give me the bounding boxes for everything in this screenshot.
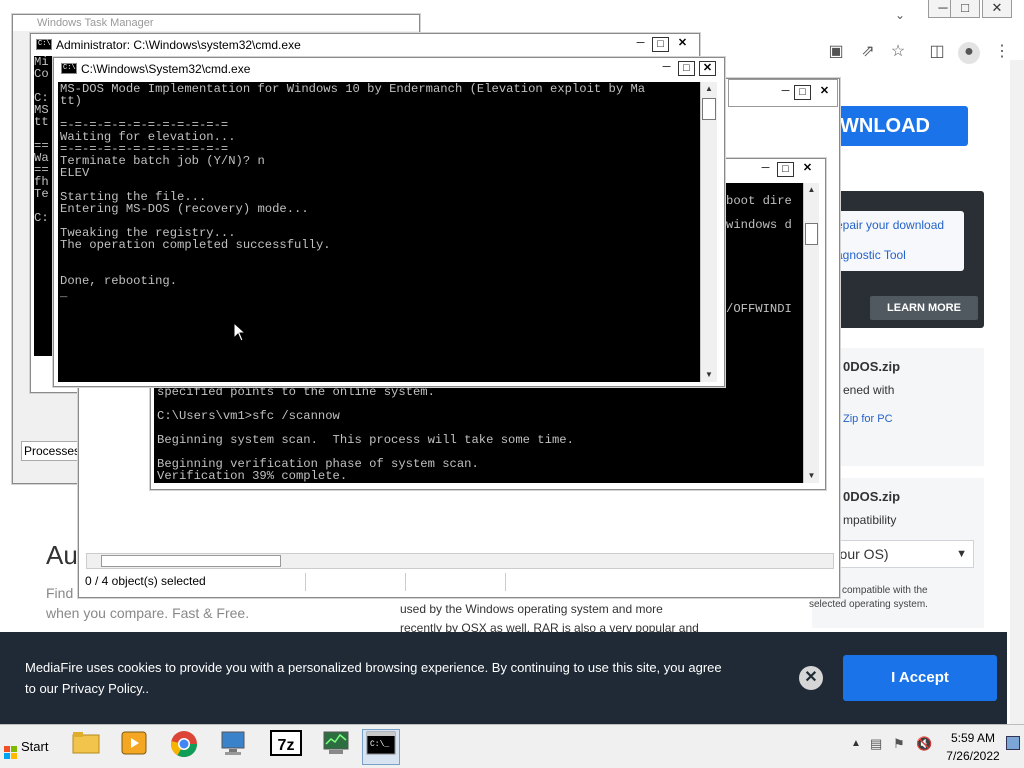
- start-button[interactable]: Start: [2, 731, 52, 763]
- front-scroll-thumb[interactable]: [702, 98, 716, 120]
- compatibility-label: mpatibility: [843, 513, 897, 527]
- cast-icon[interactable]: ▣: [826, 42, 846, 62]
- explorer-hscroll-thumb[interactable]: [101, 555, 281, 567]
- scroll-down-icon[interactable]: ▼: [701, 368, 717, 382]
- media-player-icon[interactable]: [116, 729, 152, 765]
- front-cmd-titlebar[interactable]: C:\ C:\Windows\System32\cmd.exe ─ □ ✕: [54, 58, 724, 80]
- hidden-minimize-button[interactable]: ─: [777, 85, 794, 100]
- front-console-output: MS-DOS Mode Implementation for Windows 1…: [58, 82, 700, 382]
- explorer-status-text: 0 / 4 object(s) selected: [85, 574, 206, 588]
- front-cmd-window[interactable]: C:\ C:\Windows\System32\cmd.exe ─ □ ✕ MS…: [53, 57, 725, 387]
- hidden-maximize-button[interactable]: □: [794, 85, 811, 100]
- admin-cmd-titlebar[interactable]: C:\ Administrator: C:\Windows\system32\c…: [31, 34, 699, 56]
- scroll-up-icon[interactable]: ▲: [804, 183, 819, 197]
- accept-cookies-button[interactable]: I Accept: [843, 655, 997, 701]
- file-name-label: 0DOS.zip: [843, 359, 901, 374]
- compat-note-1: compatible with the: [842, 585, 928, 596]
- cmd-icon: C:\: [61, 63, 77, 74]
- admin-cmd-title: Administrator: C:\Windows\system32\cmd.e…: [56, 38, 301, 52]
- front-vscrollbar[interactable]: ▲ ▼: [700, 82, 717, 382]
- task-manager-title: Windows Task Manager: [37, 17, 154, 29]
- share-icon[interactable]: ⇗: [858, 42, 878, 62]
- status-divider: [305, 573, 306, 591]
- clock-time[interactable]: 5:59 AM: [938, 731, 1008, 745]
- start-label: Start: [21, 739, 49, 754]
- scan-close-button[interactable]: ✕: [799, 162, 816, 177]
- profile-avatar-icon[interactable]: ●: [958, 42, 980, 64]
- flag-tray-icon[interactable]: ⚑: [893, 736, 905, 752]
- clock-date[interactable]: 7/26/2022: [938, 749, 1008, 763]
- volume-muted-icon[interactable]: 🔇: [916, 736, 932, 752]
- browser-close-button[interactable]: ✕: [982, 0, 1012, 18]
- scan-console-right-text: boot dire windows d /OFFWINDI: [726, 195, 792, 316]
- download-button[interactable]: WNLOAD: [830, 106, 968, 146]
- compat-note-2: selected operating system.: [809, 599, 928, 610]
- scan-console-text: specified points to the online system. C…: [157, 386, 574, 483]
- task-manager-titlebar[interactable]: Windows Task Manager: [13, 15, 419, 31]
- cookie-text-line-2[interactable]: to our Privacy Policy..: [25, 681, 149, 696]
- network-computer-icon[interactable]: [216, 729, 252, 765]
- scroll-up-icon[interactable]: ▲: [701, 82, 717, 96]
- maximize-button[interactable]: □: [678, 61, 695, 76]
- tray-chevron-icon[interactable]: ▲: [851, 738, 861, 749]
- repair-download-link[interactable]: epair your download: [836, 218, 944, 232]
- cookie-text-line-1: MediaFire uses cookies to provide you wi…: [25, 660, 722, 675]
- explorer-hscrollbar[interactable]: [86, 553, 834, 569]
- chevron-down-icon[interactable]: ⌄: [895, 8, 915, 24]
- dropdown-arrow-icon: ▼: [956, 548, 967, 560]
- chrome-icon[interactable]: [166, 729, 202, 765]
- cmd-taskbar-icon[interactable]: C:\_: [362, 729, 400, 765]
- page-scrollbar[interactable]: [1010, 60, 1024, 724]
- cmd-icon: C:\: [36, 39, 52, 50]
- learn-more-button[interactable]: LEARN MORE: [870, 296, 978, 320]
- show-desktop-icon[interactable]: [1006, 736, 1020, 750]
- status-divider: [405, 573, 406, 591]
- close-button[interactable]: ✕: [699, 61, 716, 76]
- scroll-down-icon[interactable]: ▼: [804, 469, 819, 483]
- opened-with-label: ened with: [843, 383, 895, 397]
- left-heading: Au: [46, 540, 78, 570]
- hidden-window-titlebar[interactable]: ─ □ ✕: [728, 79, 838, 107]
- windows-logo-icon: [4, 740, 18, 759]
- scan-vscrollbar[interactable]: ▲ ▼: [803, 183, 819, 483]
- mid-text-1: used by the Windows operating system and…: [400, 602, 663, 616]
- close-button[interactable]: ✕: [674, 37, 691, 52]
- task-manager-icon[interactable]: [318, 729, 354, 765]
- status-divider: [505, 573, 506, 591]
- menu-dots-icon[interactable]: ⋮: [992, 42, 1012, 62]
- 7zip-icon[interactable]: 7z: [268, 729, 304, 765]
- svg-text:C:\_: C:\_: [370, 740, 389, 749]
- scan-minimize-button[interactable]: ─: [757, 162, 774, 177]
- admin-console-output: Mi Co C: MS tt == Wa == fh Te C:: [34, 56, 54, 356]
- zip-for-pc-link[interactable]: Zip for PC: [843, 413, 893, 425]
- scan-maximize-button[interactable]: □: [777, 162, 794, 177]
- svg-text:7z: 7z: [278, 737, 295, 754]
- file-explorer-icon[interactable]: [68, 729, 104, 765]
- repair-box: epair your download agnostic Tool: [826, 211, 964, 271]
- cookie-close-button[interactable]: ✕: [799, 666, 823, 690]
- minimize-button[interactable]: ─: [632, 37, 649, 52]
- left-text-1: Find: [46, 585, 74, 601]
- network-tray-icon[interactable]: ▤: [870, 736, 882, 752]
- processes-label: Processes:: [21, 441, 85, 461]
- hidden-close-button[interactable]: ✕: [816, 85, 833, 100]
- left-text-2: when you compare. Fast & Free.: [46, 605, 250, 621]
- file-name-label-2: 0DOS.zip: [843, 489, 901, 504]
- front-cmd-title: C:\Windows\System32\cmd.exe: [81, 62, 251, 76]
- side-panel-icon[interactable]: ◫: [927, 42, 947, 62]
- maximize-button[interactable]: □: [652, 37, 669, 52]
- diagnostic-tool-link[interactable]: agnostic Tool: [836, 248, 906, 262]
- mouse-cursor-icon: [233, 322, 247, 342]
- bookmark-star-icon[interactable]: ☆: [888, 42, 908, 62]
- minimize-button[interactable]: ─: [658, 61, 675, 76]
- browser-restore-button[interactable]: □: [950, 0, 980, 18]
- scan-scroll-thumb[interactable]: [805, 223, 818, 245]
